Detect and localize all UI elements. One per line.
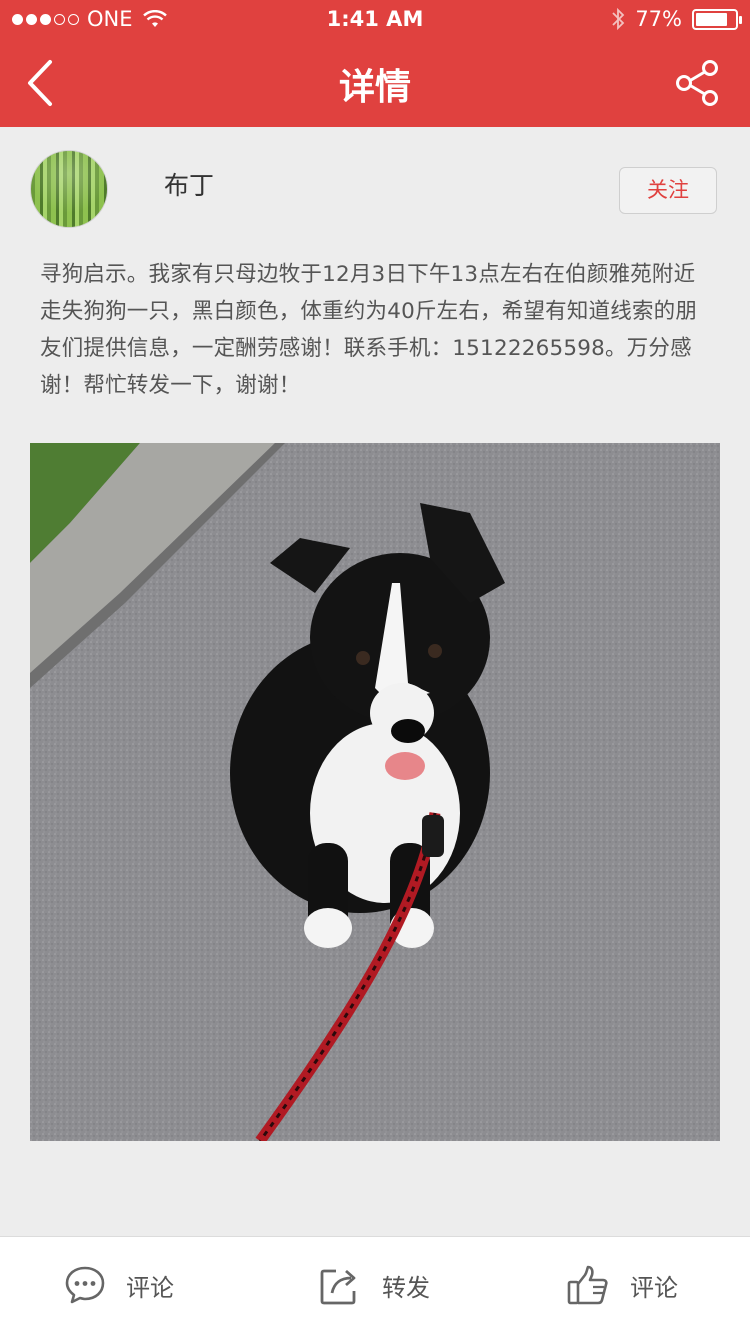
forward-button[interactable]: 转发: [318, 1255, 430, 1315]
dog-photo-image: [30, 443, 720, 1141]
share-icon: [676, 60, 718, 106]
share-button[interactable]: [672, 58, 722, 108]
comment-icon: [65, 1266, 105, 1304]
battery-percent: 77%: [635, 7, 682, 31]
like-button[interactable]: 评论: [566, 1255, 678, 1315]
comment-button[interactable]: 评论: [64, 1255, 174, 1315]
forward-icon: [320, 1269, 356, 1305]
post-photo[interactable]: [30, 443, 720, 1141]
status-right: 77%: [611, 7, 742, 31]
comment-label: 评论: [126, 1273, 174, 1302]
page-title: 详情: [338, 67, 411, 108]
like-label: 评论: [630, 1273, 678, 1302]
bluetooth-icon: [612, 7, 625, 31]
bottom-action-bar: 评论 转发 评论: [0, 1236, 750, 1334]
post-text: 寻狗启示。我家有只母边牧于12月3日下午13点左右在伯颜雅苑附近走失狗狗一只，黑…: [40, 262, 698, 398]
status-bar: ONE 1:41 AM 77%: [0, 0, 750, 40]
battery-icon: [692, 8, 742, 30]
thumbs-up-icon: [567, 1265, 608, 1305]
forward-label: 转发: [382, 1273, 430, 1302]
nav-bar: 详情: [0, 40, 750, 127]
header: ONE 1:41 AM 77% 详情: [0, 0, 750, 127]
author-name[interactable]: 布丁: [164, 166, 214, 202]
follow-button[interactable]: 关注: [619, 167, 717, 214]
avatar[interactable]: [30, 150, 108, 228]
